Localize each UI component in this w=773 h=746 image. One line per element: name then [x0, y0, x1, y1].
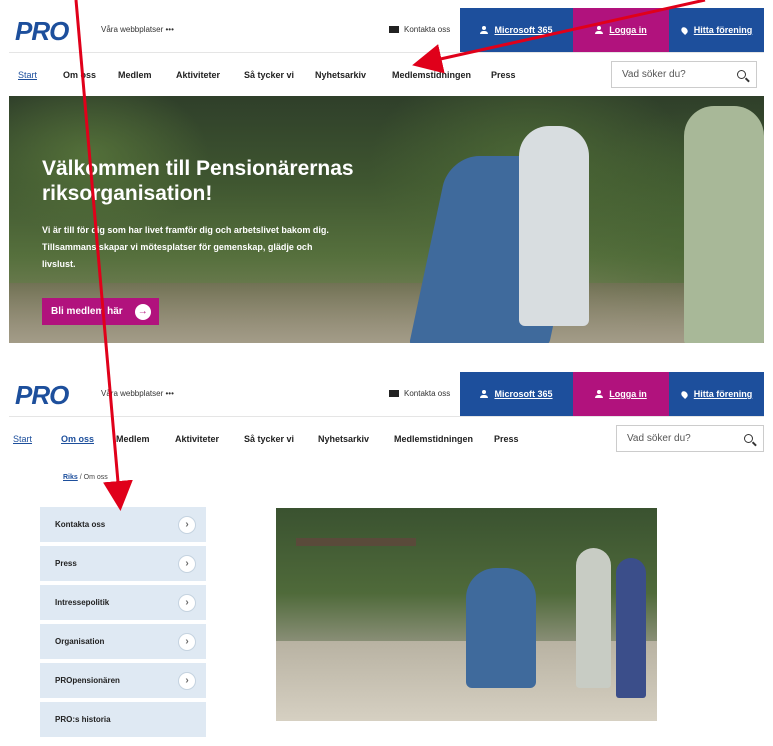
- breadcrumb: Riks / Om oss: [63, 474, 108, 481]
- find-label: Hitta förening: [693, 25, 753, 35]
- side-item-organisation[interactable]: Organisation ›: [40, 624, 206, 659]
- hero-banner: Välkommen till Pensionärernas riksorgani…: [9, 96, 764, 343]
- search-input[interactable]: Vad söker du?: [611, 61, 757, 88]
- about-page-screenshot: PRO Våra webbplatser ••• Kontakta oss Mi…: [9, 372, 764, 746]
- chevron-right-icon: ›: [178, 671, 196, 690]
- nav-aktiviteter[interactable]: Aktiviteter: [175, 434, 219, 444]
- woman2-figure: [616, 558, 646, 698]
- nav-sa-tycker-vi[interactable]: Så tycker vi: [244, 434, 294, 444]
- nav-press[interactable]: Press: [494, 434, 519, 444]
- side-nav: Kontakta oss › Press › Intressepolitik ›…: [40, 507, 206, 741]
- mail-icon: [389, 390, 399, 397]
- our-sites-menu[interactable]: Våra webbplatser •••: [101, 389, 174, 398]
- nav-medlem[interactable]: Medlem: [118, 70, 152, 80]
- nav-nyhetsarkiv[interactable]: Nyhetsarkiv: [315, 70, 366, 80]
- person-icon: [595, 390, 604, 398]
- cta-label: Bli medlem här: [51, 306, 123, 317]
- pro-logo[interactable]: PRO: [15, 380, 69, 411]
- find-association-button[interactable]: Hitta förening: [669, 8, 764, 52]
- side-item-label: Press: [55, 559, 77, 568]
- contact-label: Kontakta oss: [404, 25, 451, 34]
- arrow-right-icon: →: [134, 303, 151, 320]
- nav-nyhetsarkiv[interactable]: Nyhetsarkiv: [318, 434, 369, 444]
- person-icon: [480, 26, 489, 34]
- pin-icon: [679, 389, 689, 399]
- nav-start[interactable]: Start: [18, 70, 37, 80]
- chevron-right-icon: ›: [178, 515, 196, 534]
- top-bar: PRO Våra webbplatser ••• Kontakta oss Mi…: [9, 8, 764, 52]
- nav-om-oss[interactable]: Om oss: [63, 70, 96, 80]
- microsoft-365-button[interactable]: Microsoft 365: [460, 8, 573, 52]
- nav-press[interactable]: Press: [491, 70, 516, 80]
- contact-link[interactable]: Kontakta oss: [389, 389, 450, 398]
- contact-link[interactable]: Kontakta oss: [389, 25, 450, 34]
- search-placeholder: Vad söker du?: [627, 433, 691, 444]
- mail-icon: [389, 26, 399, 33]
- man-figure: [519, 126, 589, 326]
- main-nav: Start Om oss Medlem Aktiviteter Så tycke…: [9, 52, 764, 96]
- microsoft-365-button[interactable]: Microsoft 365: [460, 372, 573, 416]
- login-label: Logga in: [609, 389, 647, 399]
- pro-logo[interactable]: PRO: [15, 16, 69, 47]
- man-figure: [576, 548, 611, 688]
- our-sites-menu[interactable]: Våra webbplatser •••: [101, 25, 174, 34]
- pin-icon: [679, 25, 689, 35]
- microsoft-label: Microsoft 365: [494, 389, 553, 399]
- search-placeholder: Vad söker du?: [622, 69, 686, 80]
- top-bar: PRO Våra webbplatser ••• Kontakta oss Mi…: [9, 372, 764, 416]
- person-icon: [480, 390, 489, 398]
- side-item-label: Intressepolitik: [55, 598, 110, 607]
- login-button[interactable]: Logga in: [573, 8, 669, 52]
- become-member-button[interactable]: Bli medlem här →: [42, 298, 159, 325]
- nav-medlemstidningen[interactable]: Medlemstidningen: [394, 434, 473, 444]
- login-button[interactable]: Logga in: [573, 372, 669, 416]
- pergola-shape: [296, 538, 416, 546]
- side-item-label: PROpensionären: [55, 676, 120, 685]
- find-label: Hitta förening: [693, 389, 753, 399]
- side-item-pros-historia[interactable]: PRO:s historia: [40, 702, 206, 737]
- chevron-right-icon: ›: [178, 632, 196, 651]
- nav-start[interactable]: Start: [13, 434, 32, 444]
- login-label: Logga in: [609, 25, 647, 35]
- microsoft-label: Microsoft 365: [494, 25, 553, 35]
- hero-title: Välkommen till Pensionärernas riksorgani…: [42, 157, 354, 205]
- side-item-label: Kontakta oss: [55, 520, 106, 529]
- about-photo: [276, 508, 657, 721]
- nav-aktiviteter[interactable]: Aktiviteter: [176, 70, 220, 80]
- side-item-press[interactable]: Press ›: [40, 546, 206, 581]
- nav-medlemstidningen[interactable]: Medlemstidningen: [392, 70, 471, 80]
- nav-sa-tycker-vi[interactable]: Så tycker vi: [244, 70, 294, 80]
- breadcrumb-riks[interactable]: Riks: [63, 474, 78, 481]
- chevron-right-icon: ›: [178, 593, 196, 612]
- nav-om-oss[interactable]: Om oss: [61, 434, 94, 444]
- side-item-intressepolitik[interactable]: Intressepolitik ›: [40, 585, 206, 620]
- hero-text: Vi är till för dig som har livet framför…: [42, 225, 329, 269]
- side-item-label: Organisation: [55, 637, 105, 646]
- contact-label: Kontakta oss: [404, 389, 451, 398]
- search-input[interactable]: Vad söker du?: [616, 425, 764, 452]
- breadcrumb-current: Om oss: [83, 474, 108, 481]
- man2-figure: [684, 106, 764, 343]
- homepage-screenshot: PRO Våra webbplatser ••• Kontakta oss Mi…: [9, 8, 764, 343]
- search-icon[interactable]: [744, 434, 753, 443]
- side-item-propensionaren[interactable]: PROpensionären ›: [40, 663, 206, 698]
- search-icon[interactable]: [737, 70, 746, 79]
- nav-medlem[interactable]: Medlem: [116, 434, 150, 444]
- find-association-button[interactable]: Hitta förening: [669, 372, 764, 416]
- chevron-right-icon: ›: [178, 554, 196, 573]
- person-icon: [595, 26, 604, 34]
- side-item-kontakta-oss[interactable]: Kontakta oss ›: [40, 507, 206, 542]
- woman-figure: [466, 568, 536, 688]
- main-nav: Start Om oss Medlem Aktiviteter Så tycke…: [9, 416, 764, 460]
- side-item-label: PRO:s historia: [55, 715, 111, 724]
